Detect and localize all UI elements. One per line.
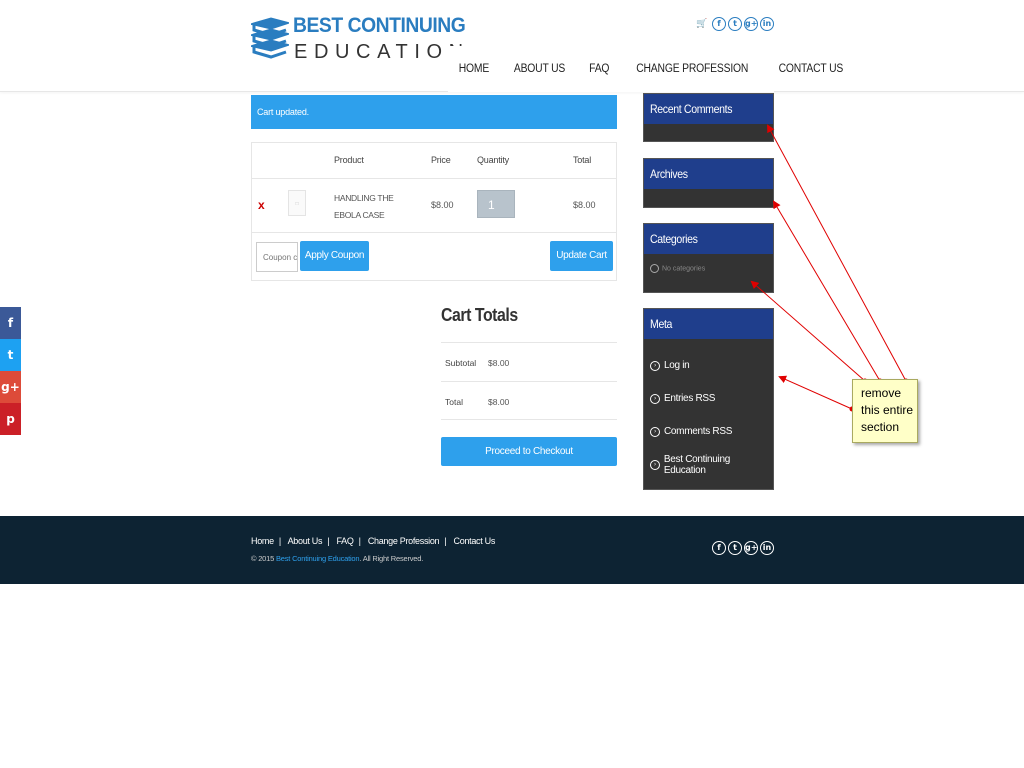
facebook-icon[interactable]: f (712, 17, 726, 31)
cart-table: Product Price Quantity Total x □ HANDLIN… (251, 142, 617, 281)
meta-log-in-link[interactable]: › Log in (650, 349, 773, 382)
update-cart-button[interactable]: Update Cart (550, 241, 613, 271)
quantity-input[interactable]: 1 (477, 190, 515, 218)
col-total: Total (573, 155, 592, 165)
annotation-note: remove this entire section (852, 379, 918, 443)
footer-links: Home | About Us | FAQ | Change Profession | … (251, 536, 496, 546)
logo-line1: BEST CONTINUING (293, 14, 466, 37)
header-social-links: f t g+ in (712, 17, 774, 31)
share-twitter-icon[interactable]: t (0, 339, 21, 371)
widget-title: Meta (650, 317, 673, 331)
recent-comments-widget: Recent Comments (643, 93, 774, 142)
cart-totals-table: Subtotal $8.00 Total $8.00 (441, 342, 617, 420)
table-row: Total $8.00 (441, 381, 617, 420)
logo-line2: EDUCATION (294, 41, 470, 63)
total-label: Total (445, 397, 463, 407)
item-price: $8.00 (431, 200, 454, 210)
total-value: $8.00 (488, 397, 510, 407)
twitter-icon[interactable]: t (728, 541, 742, 555)
chevron-right-icon: › (650, 459, 660, 470)
meta-list: › Log in › Entries RSS › Comments RSS › Best… (644, 339, 773, 481)
share-google-plus-icon[interactable]: g+ (0, 371, 21, 403)
nav-home[interactable]: HOME (451, 63, 498, 75)
footer-link-about-us[interactable]: About Us (288, 536, 323, 546)
chevron-right-icon: › (650, 426, 660, 437)
coupon-input[interactable] (256, 242, 298, 272)
widget-title: Categories (650, 232, 698, 246)
cart-icon[interactable]: 🛒 (696, 18, 707, 29)
linkedin-icon[interactable]: in (760, 541, 774, 555)
circle-icon (650, 264, 659, 273)
footer-link-contact-us[interactable]: Contact Us (454, 536, 496, 546)
nav-contact-us[interactable]: CONTACT US (769, 63, 852, 75)
col-product: Product (334, 155, 364, 165)
facebook-icon[interactable]: f (712, 541, 726, 555)
site-header: BEST CONTINUING EDUCATION 🛒 f t g+ in HO… (0, 0, 1024, 92)
copyright: © 2015 Best Continuing Education. All Ri… (251, 554, 424, 563)
categories-widget: Categories No categories (643, 223, 774, 293)
site-logo[interactable]: BEST CONTINUING EDUCATION (251, 14, 466, 66)
proceed-to-checkout-button[interactable]: Proceed to Checkout (441, 437, 617, 466)
footer-link-home[interactable]: Home (251, 536, 274, 546)
footer-social-links: f t g+ in (712, 541, 774, 555)
item-total: $8.00 (573, 200, 596, 210)
main-nav: HOME ABOUT US FAQ CHANGE PROFESSION CONT… (448, 46, 843, 92)
site-footer: Home | About Us | FAQ | Change Profession | … (0, 516, 1024, 584)
nav-faq[interactable]: FAQ (580, 63, 618, 75)
cart-updated-notice: Cart updated. (251, 95, 617, 129)
col-price: Price (431, 155, 451, 165)
share-bar: f t g+ p (0, 307, 21, 435)
nav-change-profession[interactable]: CHANGE PROFESSION (627, 63, 757, 75)
meta-entries-rss-link[interactable]: › Entries RSS (650, 382, 773, 415)
apply-coupon-button[interactable]: Apply Coupon (300, 241, 369, 271)
chevron-right-icon: › (650, 360, 660, 371)
subtotal-value: $8.00 (488, 358, 510, 368)
chevron-right-icon: › (650, 393, 660, 404)
google-plus-icon[interactable]: g+ (744, 541, 758, 555)
twitter-icon[interactable]: t (728, 17, 742, 31)
copyright-link[interactable]: Best Continuing Education (276, 554, 360, 563)
subtotal-label: Subtotal (445, 358, 477, 368)
col-quantity: Quantity (477, 155, 509, 165)
archives-widget: Archives (643, 158, 774, 208)
nav-about-us[interactable]: ABOUT US (505, 63, 574, 75)
no-categories-text: No categories (650, 264, 705, 273)
product-name-link[interactable]: HANDLING THE EBOLA CASE (334, 190, 418, 224)
footer-link-change-profession[interactable]: Change Profession (368, 536, 440, 546)
linkedin-icon[interactable]: in (760, 17, 774, 31)
cart-actions: Apply Coupon Update Cart (252, 233, 616, 281)
meta-site-link[interactable]: › Best Continuing Education (650, 448, 773, 481)
google-plus-icon[interactable]: g+ (744, 17, 758, 31)
meta-widget: Meta › Log in › Entries RSS › Comments RSS … (643, 308, 774, 490)
widget-title: Recent Comments (650, 102, 733, 116)
books-logo-icon (251, 17, 289, 59)
widget-title: Archives (650, 167, 688, 181)
footer-link-faq[interactable]: FAQ (336, 536, 353, 546)
table-row: x □ HANDLING THE EBOLA CASE $8.00 1 $8.0… (252, 179, 616, 233)
remove-item-icon[interactable]: x (258, 198, 265, 212)
meta-comments-rss-link[interactable]: › Comments RSS (650, 415, 773, 448)
cart-table-header: Product Price Quantity Total (252, 143, 616, 179)
product-thumbnail[interactable]: □ (288, 190, 306, 216)
share-facebook-icon[interactable]: f (0, 307, 21, 339)
cart-totals-title: Cart Totals (441, 305, 518, 325)
share-pinterest-icon[interactable]: p (0, 403, 21, 435)
table-row: Subtotal $8.00 (441, 342, 617, 381)
